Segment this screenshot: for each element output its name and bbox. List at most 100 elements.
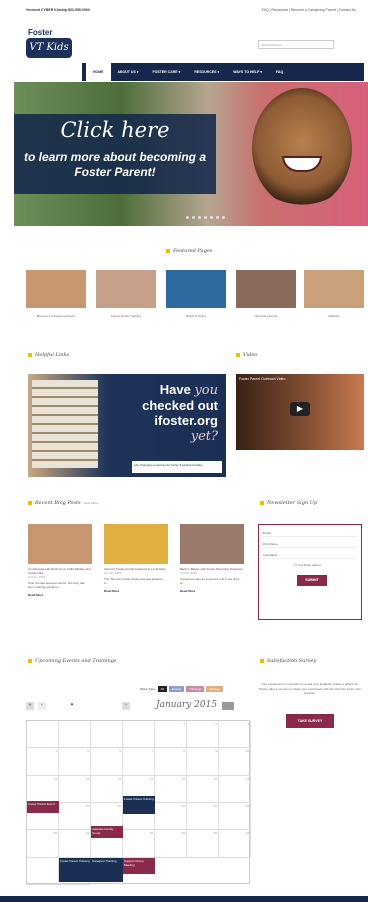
featured-caption[interactable]: Become a Caregiving Parent — [26, 314, 86, 318]
calendar-event[interactable]: Foster Parent Event — [27, 801, 59, 813]
nav-faq[interactable]: FAQ — [269, 63, 290, 81]
video-heading: Video — [236, 352, 257, 358]
prev-month-button[interactable]: ‹ — [38, 702, 46, 710]
calendar-view-button[interactable] — [222, 702, 234, 710]
books-image — [32, 380, 98, 468]
blog-view-more[interactable]: View More — [84, 501, 98, 505]
last-name-field[interactable]: Last Name — [263, 551, 357, 559]
blog-image[interactable] — [104, 524, 168, 564]
blog-image[interactable] — [28, 524, 92, 564]
calendar-day-cell[interactable]: 8 — [155, 748, 187, 776]
first-name-field[interactable]: First Name — [263, 540, 357, 548]
nav-foster-care[interactable]: FOSTER CARE ▾ — [146, 63, 188, 81]
filter-all[interactable]: All — [157, 686, 167, 692]
hero-banner[interactable]: Click here to learn more about becoming … — [14, 82, 368, 226]
read-more-link[interactable]: Read More — [104, 589, 168, 593]
blog-post: An Advocates Reflections on Child Welfar… — [28, 524, 92, 597]
featured-image[interactable] — [236, 270, 296, 308]
calendar-event[interactable]: Adoptive Family Group — [91, 826, 123, 838]
calendar-day-cell[interactable]: 26 — [59, 830, 91, 858]
calendar-day-cell[interactable]: 2 — [187, 721, 219, 749]
calendar-day-cell[interactable]: 30 — [187, 830, 219, 858]
foster-parent-checkbox[interactable]: ☐ I'm a foster parent — [293, 563, 357, 567]
calendar-day-cell[interactable]: 6 — [91, 748, 123, 776]
blog-post-date: Oct 15, 2015 — [180, 571, 198, 575]
calendar-day-cell[interactable]: 25 — [27, 830, 59, 858]
nav-home[interactable]: HOME — [86, 63, 111, 81]
calendar-day-cell[interactable] — [27, 721, 59, 749]
calendar-day-cell[interactable]: 10 — [219, 748, 251, 776]
calendar-event[interactable]: Caregiver Training — [91, 858, 123, 882]
calendar-day-cell[interactable]: 7 — [123, 748, 155, 776]
take-survey-button[interactable]: TAKE SURVEY — [286, 713, 334, 728]
calendar-event[interactable]: Foster Parent Training — [123, 796, 155, 814]
calendar-day-cell[interactable]: 29 — [155, 830, 187, 858]
featured-item[interactable]: Become a Caregiving Parent — [26, 270, 86, 318]
featured-image[interactable] — [26, 270, 86, 308]
calendar-day-cell[interactable]: 19 — [59, 803, 91, 831]
featured-image[interactable] — [96, 270, 156, 308]
calendar-day-cell[interactable]: 31 — [219, 830, 251, 858]
featured-item[interactable]: Rights & Policy — [166, 270, 226, 318]
calendar-day-cell[interactable]: 24 — [219, 803, 251, 831]
calendar-event[interactable]: Foster Parent Training — [59, 858, 91, 882]
blog-post-title[interactable]: An Advocates Reflections on Child Welfar… — [28, 567, 92, 575]
calendar-day-cell[interactable]: 28 — [123, 830, 155, 858]
nav-about[interactable]: ABOUT US ▾ — [111, 63, 146, 81]
calendar-day-cell[interactable]: 3 — [219, 721, 251, 749]
calendar-day-cell[interactable] — [27, 857, 59, 885]
calendar-day-cell[interactable]: 4 — [27, 748, 59, 776]
featured-caption[interactable]: Family Foster Training — [96, 314, 156, 318]
calendar-day-cell[interactable]: 17 — [219, 775, 251, 803]
site-logo[interactable]: Foster VT Kids — [26, 26, 76, 62]
calendar-day-cell[interactable] — [91, 721, 123, 749]
email-field[interactable]: Email — [263, 529, 357, 537]
calendar-day-cell[interactable]: 15 — [155, 775, 187, 803]
survey-heading: Satisfaction Survey — [260, 658, 316, 664]
featured-caption[interactable]: Adoption — [304, 314, 364, 318]
calendar-day-cell[interactable] — [123, 721, 155, 749]
filter-trainings[interactable]: Trainings — [186, 686, 205, 692]
read-more-link[interactable]: Read More — [28, 593, 92, 597]
calendar-day-cell[interactable] — [59, 721, 91, 749]
video-player[interactable]: Foster Parent Outreach Video ▶ — [236, 374, 364, 450]
featured-item[interactable]: Adoption — [304, 270, 364, 318]
featured-caption[interactable]: Rights & Policy — [166, 314, 226, 318]
featured-item[interactable]: Family Foster Training — [96, 270, 156, 318]
calendar-day-cell[interactable]: 16 — [187, 775, 219, 803]
featured-image[interactable] — [304, 270, 364, 308]
search-input[interactable]: Search Website... — [258, 40, 334, 49]
video-player-title: Foster Parent Outreach Video — [239, 377, 286, 381]
prev-year-button[interactable]: « — [26, 702, 34, 710]
next-month-button[interactable]: › — [122, 702, 130, 710]
featured-item[interactable]: Upcoming Events — [236, 270, 296, 318]
slider-dots[interactable] — [186, 216, 225, 219]
calendar-day-cell[interactable]: 9 — [187, 748, 219, 776]
calendar-day-cell[interactable]: 12 — [59, 775, 91, 803]
calendar-day-cell[interactable]: 13 — [91, 775, 123, 803]
calendar-header: « ‹ ▾ › January 2015 — [26, 700, 250, 714]
top-links[interactable]: FAQ | Resources | Become a Caregiving Pa… — [262, 8, 356, 12]
filter-events[interactable]: Events — [168, 686, 185, 692]
submit-button[interactable]: SUBMIT — [297, 575, 327, 586]
blog-post: Vermont Foster Family Featured in Local … — [104, 524, 168, 593]
nav-ways-to-help[interactable]: WAYS TO HELP ▾ — [226, 63, 269, 81]
blog-image[interactable] — [180, 524, 244, 564]
filter-classes[interactable]: Classes — [206, 686, 224, 692]
calendar-day-cell[interactable]: 1 — [155, 721, 187, 749]
calendar-day-cell[interactable]: 23 — [187, 803, 219, 831]
calendar-event[interactable]: Support Group Meeting — [123, 858, 155, 874]
ifoster-banner[interactable]: Have you checked out ifoster.org yet? Li… — [28, 374, 226, 477]
chevron-down-icon[interactable]: ▾ — [68, 702, 76, 710]
nav-resources[interactable]: RESOURCES ▾ — [187, 63, 226, 81]
featured-caption[interactable]: Upcoming Events — [236, 314, 296, 318]
play-icon[interactable]: ▶ — [290, 402, 310, 416]
survey-text: Your experience is important to us and y… — [259, 682, 361, 695]
calendar-day-cell[interactable]: 11 — [27, 775, 59, 803]
read-more-link[interactable]: Read More — [180, 589, 244, 593]
newsletter-form: Email First Name Last Name ☐ I'm a foste… — [258, 524, 362, 620]
calendar-day-cell[interactable]: 22 — [155, 803, 187, 831]
featured-image[interactable] — [166, 270, 226, 308]
calendar-day-cell[interactable]: 5 — [59, 748, 91, 776]
logo-foster: Foster — [28, 28, 53, 37]
